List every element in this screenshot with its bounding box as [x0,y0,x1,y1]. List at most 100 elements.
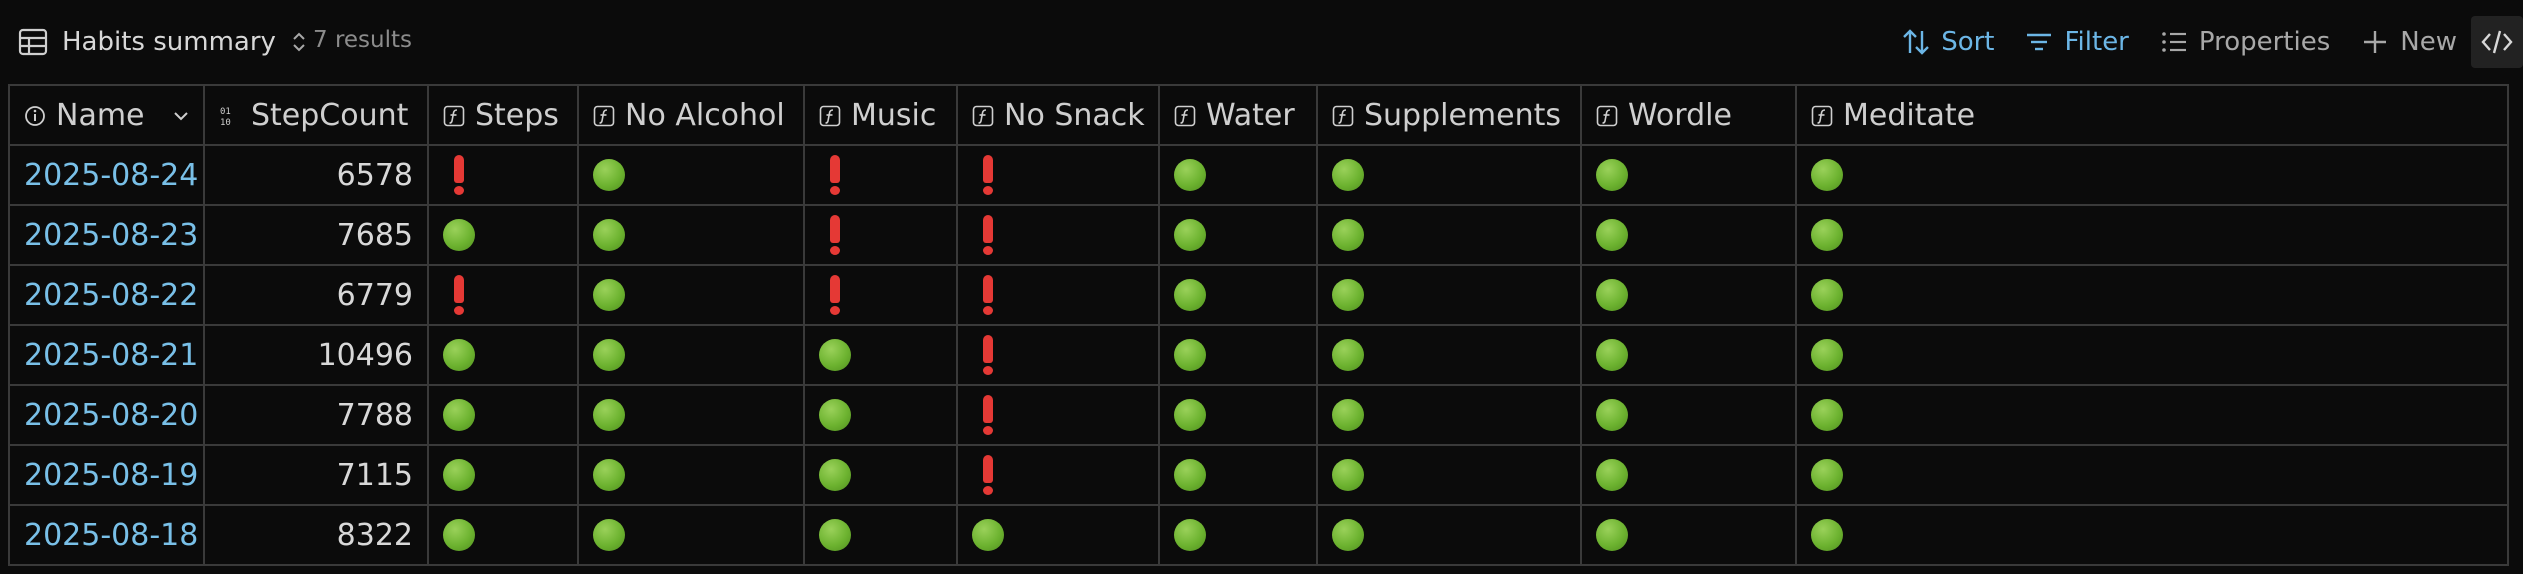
habit-cell [427,384,579,446]
properties-button[interactable]: Properties [2159,20,2330,64]
row-name-link[interactable]: 2025-08-23 [8,204,205,266]
column-header-water[interactable]: Water [1158,84,1318,146]
habit-cell [1795,444,2509,506]
chevron-down-icon[interactable] [172,107,190,125]
habit-cell [1580,324,1797,386]
habit-cell [1795,264,2509,326]
header-row: Name 01 10 StepCount Steps No Alcohol Mu… [8,84,2509,146]
habit-cell [803,384,958,446]
chevron-up-down-icon [293,32,305,52]
habit-cell [427,444,579,506]
green-circle-icon [593,278,625,311]
habit-cell [1580,504,1797,566]
row-name-link[interactable]: 2025-08-22 [8,264,205,326]
column-header-supplements[interactable]: Supplements [1316,84,1582,146]
row-name-link[interactable]: 2025-08-18 [8,504,205,566]
habit-cell [803,264,958,326]
row-name-link[interactable]: 2025-08-21 [8,324,205,386]
row-name-link[interactable]: 2025-08-19 [8,444,205,506]
table-row[interactable]: 2025-08-22 6779 [8,264,2509,326]
column-header-steps[interactable]: Steps [427,84,579,146]
formula-icon [1174,105,1196,126]
table-row[interactable]: 2025-08-23 7685 [8,204,2509,266]
habit-cell [803,204,958,266]
red-exclamation-icon [829,215,841,255]
green-circle-icon [1174,518,1206,551]
table-row[interactable]: 2025-08-19 7115 [8,444,2509,506]
red-exclamation-icon [829,155,841,195]
red-exclamation-icon [982,335,994,375]
properties-label: Properties [2198,27,2331,57]
column-header-no-alcohol[interactable]: No Alcohol [577,84,805,146]
habit-cell [1795,144,2509,206]
green-circle-icon [1811,518,1843,551]
green-circle-icon [1596,518,1628,551]
green-circle-icon [443,398,475,431]
step-count-cell: 7115 [203,444,429,506]
green-circle-icon [443,518,475,551]
formula-icon [972,105,994,126]
habit-cell [1158,384,1318,446]
formula-icon [593,105,615,126]
green-circle-icon [1332,518,1364,551]
sort-button[interactable]: Sort [1901,20,1994,64]
table-row[interactable]: 2025-08-20 7788 [8,384,2509,446]
habit-cell [956,204,1160,266]
filter-button[interactable]: Filter [2024,20,2129,64]
table-row[interactable]: 2025-08-21 10496 [8,324,2509,386]
formula-icon [1332,105,1354,126]
green-circle-icon [1332,278,1364,311]
table-body: 2025-08-24 6578 2025-08-23 7685 2025-08-22 67… [8,144,2509,566]
row-name-link[interactable]: 2025-08-24 [8,144,205,206]
habit-cell [577,204,805,266]
step-count-cell: 10496 [203,324,429,386]
red-exclamation-icon [982,395,994,435]
table-row[interactable]: 2025-08-24 6578 [8,144,2509,206]
green-circle-icon [819,398,851,431]
new-button[interactable]: New [2360,20,2457,64]
green-circle-icon [819,458,851,491]
green-circle-icon [1596,158,1628,191]
habit-cell [577,144,805,206]
green-circle-icon [1811,158,1843,191]
column-header-no-snack[interactable]: No Snack [956,84,1160,146]
column-label: No Snack [1004,97,1145,133]
green-circle-icon [1332,458,1364,491]
number-icon: 01 10 [220,107,231,127]
green-circle-icon [1174,458,1206,491]
step-count-cell: 7685 [203,204,429,266]
habit-cell [427,144,579,206]
red-exclamation-icon [982,215,994,255]
habit-cell [1580,384,1797,446]
green-circle-icon [1174,218,1206,251]
green-circle-icon [819,518,851,551]
habit-cell [427,264,579,326]
new-label: New [2400,27,2457,57]
green-circle-icon [1174,398,1206,431]
step-count-cell: 7788 [203,384,429,446]
column-header-meditate[interactable]: Meditate [1795,84,2509,146]
filter-label: Filter [2064,27,2129,57]
red-exclamation-icon [453,275,465,315]
column-header-stepcount[interactable]: 01 10 StepCount [203,84,429,146]
habit-cell [1795,384,2509,446]
formula-icon [443,105,465,126]
green-circle-icon [443,218,475,251]
red-exclamation-icon [982,275,994,315]
green-circle-icon [593,518,625,551]
green-circle-icon [1596,338,1628,371]
table-row[interactable]: 2025-08-18 8322 [8,504,2509,566]
formula-icon [1596,105,1618,126]
column-header-name[interactable]: Name [8,84,205,146]
column-header-music[interactable]: Music [803,84,958,146]
code-view-button[interactable] [2471,16,2523,68]
row-name-link[interactable]: 2025-08-20 [8,384,205,446]
sort-label: Sort [1941,27,1995,57]
column-header-wordle[interactable]: Wordle [1580,84,1797,146]
habit-cell [956,384,1160,446]
view-selector[interactable]: Habits summary [18,22,308,62]
habit-cell [1316,324,1582,386]
results-count: 7 results [313,27,412,53]
green-circle-icon [1596,278,1628,311]
green-circle-icon [593,398,625,431]
